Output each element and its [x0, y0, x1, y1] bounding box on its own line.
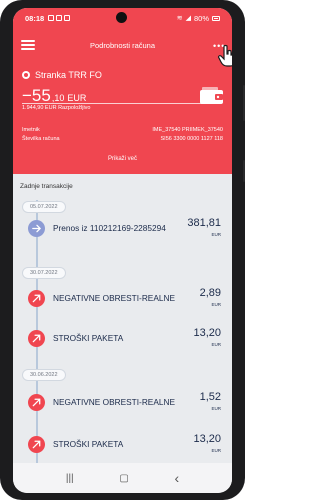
- balance-decimals: ,10: [51, 93, 65, 103]
- transaction-row[interactable]: NEGATIVNE OBRESTI-REALNE 1,52 EUR: [13, 386, 232, 418]
- balance-currency: EUR: [67, 93, 87, 103]
- transaction-amount: 2,89: [199, 287, 221, 299]
- transaction-row[interactable]: STROŠKI PAKETA 13,20 EUR: [13, 322, 232, 354]
- screen: 08:18 ≋ ◢ 80% Podrobnosti računa ••• Str…: [13, 8, 232, 493]
- transaction-currency: EUR: [211, 406, 221, 411]
- transaction-name: NEGATIVNE OBRESTI-REALNE: [53, 293, 176, 303]
- camera-cutout: [116, 12, 127, 23]
- signal-icon: ◢: [185, 15, 191, 22]
- transaction-row[interactable]: NEGATIVNE OBRESTI-REALNE 2,89 EUR: [13, 282, 232, 314]
- holder-label: Imetnik: [22, 127, 40, 133]
- account-selector[interactable]: Stranka TRR FO: [22, 70, 102, 80]
- wifi-icon: ≋: [176, 15, 183, 22]
- recents-button[interactable]: |||: [66, 473, 74, 484]
- outgoing-payment-icon: [28, 330, 45, 347]
- balance-divider: [22, 103, 206, 104]
- transactions-list[interactable]: Zadnje transakcije 05.07.2022 Prenos iz …: [13, 174, 232, 463]
- wallet-icon: [200, 87, 223, 104]
- transaction-currency: EUR: [211, 448, 221, 453]
- account-name: Stranka TRR FO: [35, 70, 102, 80]
- transaction-amount: 1,52: [199, 391, 221, 403]
- date-separator: 30.07.2022: [22, 267, 66, 279]
- phone-device: 08:18 ≋ ◢ 80% Podrobnosti računa ••• Str…: [0, 0, 245, 500]
- power-button: [243, 160, 245, 182]
- volume-button: [243, 85, 245, 121]
- transaction-row[interactable]: Prenos iz 110212169-2285294 381,81 EUR: [13, 212, 232, 244]
- transaction-name: STROŠKI PAKETA: [53, 439, 124, 449]
- section-title: Zadnje transakcije: [20, 183, 73, 190]
- outgoing-payment-icon: [28, 394, 45, 411]
- home-button[interactable]: ▢: [119, 473, 128, 484]
- outgoing-payment-icon: [28, 290, 45, 307]
- android-nav-bar: ||| ▢ ‹: [13, 463, 232, 493]
- notification-icon: [64, 15, 71, 21]
- notification-icon: [48, 15, 55, 21]
- notification-icons: [48, 15, 71, 21]
- status-time: 08:18: [25, 13, 45, 23]
- transaction-amount: 13,20: [193, 327, 221, 339]
- transaction-amount: 13,20: [193, 433, 221, 445]
- transaction-name: Prenos iz 110212169-2285294: [53, 223, 166, 233]
- battery-level: 80%: [193, 13, 209, 23]
- available-balance: 1.944,90 EUR Razpoložljivo: [22, 105, 91, 111]
- show-more-link[interactable]: Prikaži več: [13, 156, 232, 162]
- account-number-label: Številka računa: [22, 136, 60, 142]
- date-separator: 30.06.2022: [22, 369, 66, 381]
- transaction-currency: EUR: [211, 232, 221, 237]
- notification-icon: [56, 15, 63, 21]
- battery-icon: [212, 15, 220, 21]
- transaction-currency: EUR: [211, 342, 221, 347]
- page-title: Podrobnosti računa: [89, 41, 156, 50]
- status-right: ≋ ◢ 80%: [177, 14, 220, 23]
- holder-value: IME_37540 PRIIMEK_37540: [152, 127, 223, 133]
- hand-cursor-icon: [217, 44, 232, 67]
- outgoing-payment-icon: [28, 436, 45, 453]
- back-button[interactable]: ‹: [174, 470, 179, 486]
- transaction-name: STROŠKI PAKETA: [53, 333, 124, 343]
- incoming-transfer-icon: [28, 220, 45, 237]
- transaction-amount: 381,81: [187, 217, 221, 229]
- account-number-value: SI56 3300 0000 1127 118: [160, 136, 224, 142]
- account-header: Podrobnosti računa ••• Stranka TRR FO −5…: [13, 28, 232, 174]
- status-bar: 08:18 ≋ ◢ 80%: [13, 8, 232, 28]
- account-icon: [22, 71, 30, 79]
- transaction-currency: EUR: [211, 302, 221, 307]
- transaction-row[interactable]: STROŠKI PAKETA 13,20 EUR: [13, 428, 232, 460]
- transaction-name: NEGATIVNE OBRESTI-REALNE: [53, 397, 176, 407]
